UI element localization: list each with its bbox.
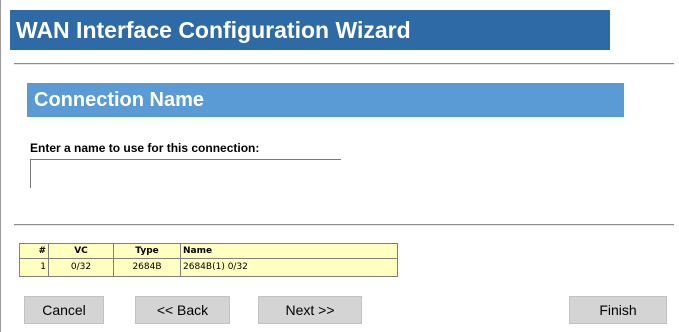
window-left-border — [0, 0, 1, 332]
back-button[interactable]: << Back — [135, 296, 230, 324]
cell-name: 2684B(1) 0/32 — [180, 258, 398, 277]
connection-table: # VC Type Name 1 0/32 2684B 2684B(1) 0/3… — [19, 243, 398, 277]
finish-button[interactable]: Finish — [569, 296, 667, 324]
table-header-row: # VC Type Name — [19, 243, 398, 259]
cell-type: 2684B — [113, 258, 181, 277]
column-header-num: # — [19, 243, 49, 259]
table-row[interactable]: 1 0/32 2684B 2684B(1) 0/32 — [19, 258, 398, 277]
cell-vc: 0/32 — [48, 258, 114, 277]
wizard-title: WAN Interface Configuration Wizard — [10, 10, 610, 50]
next-button[interactable]: Next >> — [258, 296, 362, 324]
connection-name-label: Enter a name to use for this connection: — [30, 141, 260, 155]
column-header-name: Name — [180, 243, 398, 259]
column-header-type: Type — [113, 243, 181, 259]
top-divider — [14, 63, 674, 65]
column-header-vc: VC — [48, 243, 114, 259]
connection-name-input[interactable] — [30, 159, 341, 188]
bottom-divider — [14, 224, 674, 226]
section-title: Connection Name — [27, 83, 624, 117]
cell-num: 1 — [19, 258, 49, 277]
cancel-button[interactable]: Cancel — [24, 296, 104, 324]
